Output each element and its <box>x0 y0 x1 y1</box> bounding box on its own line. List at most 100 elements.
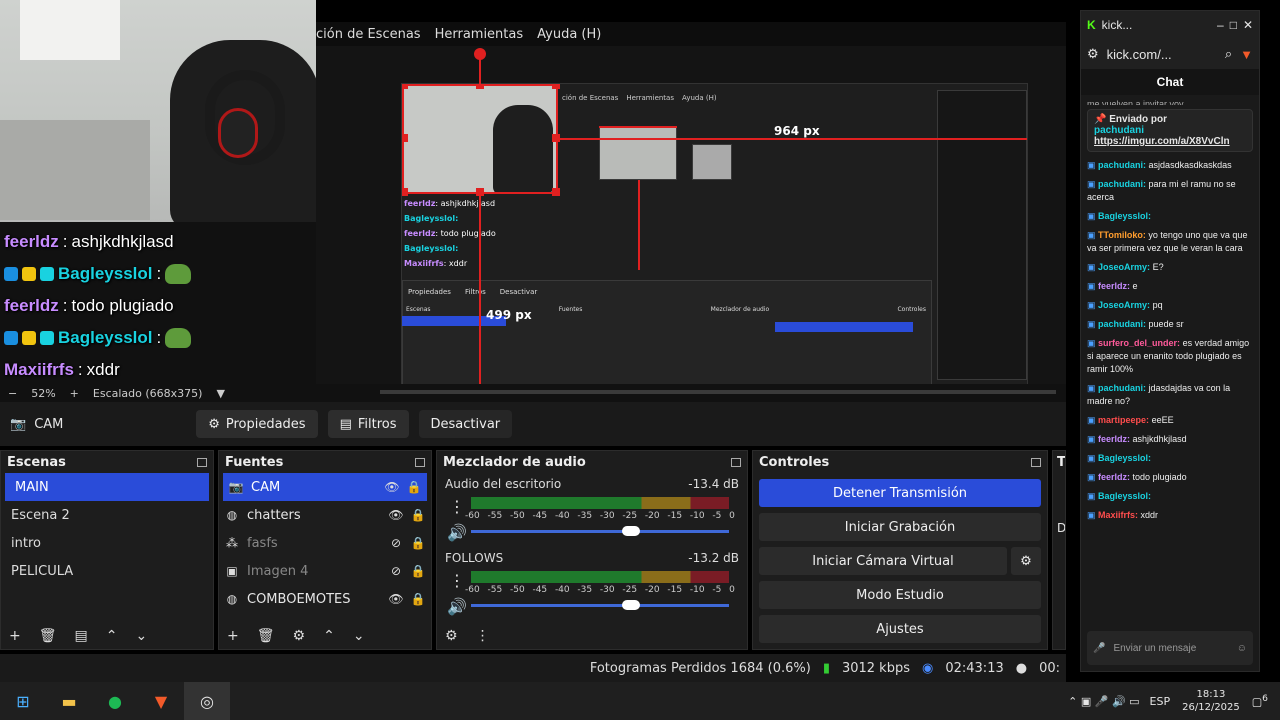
start-virtual-camera-button[interactable]: Iniciar Cámara Virtual <box>759 547 1007 575</box>
globe-icon: ◍ <box>226 592 238 606</box>
chat-message: ▣ Maxiifrfs: xddr <box>1087 510 1159 520</box>
maximize-icon[interactable]: □ <box>1230 18 1237 32</box>
filters-button[interactable]: ▤ Filtros <box>327 410 409 438</box>
volume-slider[interactable] <box>471 526 729 536</box>
lock-icon[interactable]: 🔒 <box>411 508 426 522</box>
file-explorer-icon[interactable]: ▬ <box>46 682 92 720</box>
chevron-down-icon[interactable]: ⌄ <box>353 628 365 644</box>
eye-icon[interactable]: 👁 <box>388 592 403 606</box>
notifications-icon[interactable]: ▢6 <box>1252 693 1268 709</box>
zoom-out-button[interactable]: − <box>8 387 17 400</box>
chat-message: ▣ TTomiloko: yo tengo uno que va que va … <box>1087 230 1248 253</box>
chat-title: Chat <box>1081 69 1259 95</box>
scene-item[interactable]: intro <box>1 529 213 557</box>
meter-ticks: -60 -55 -50 -45 -40 -35 -30 -25 -20 -15 -10 -5 0 <box>465 585 735 595</box>
filter-icon: ▤ <box>339 416 352 432</box>
more-options-icon[interactable]: ⋮ <box>449 571 465 590</box>
chevron-down-icon[interactable]: ▼ <box>216 387 224 400</box>
minimize-icon[interactable]: – <box>1217 18 1224 32</box>
chat-input[interactable]: 🎤 Enviar un mensaje ☺ <box>1087 631 1253 665</box>
scene-item[interactable]: Escena 2 <box>1 501 213 529</box>
source-item[interactable]: 📷 CAM 👁 🔒 <box>223 473 427 501</box>
chevron-up-icon[interactable]: ⌃ <box>106 628 118 644</box>
speaker-icon[interactable]: 🔊 <box>447 597 467 616</box>
advanced-audio-icon[interactable]: ⚙ <box>445 628 458 644</box>
site-settings-icon[interactable]: ⚙ <box>1087 46 1099 62</box>
source-item[interactable]: ◍ chatters 👁 🔒 <box>219 501 431 529</box>
lock-icon[interactable]: 🔒 <box>411 536 426 550</box>
undock-icon[interactable] <box>731 457 741 467</box>
settings-button[interactable]: Ajustes <box>759 615 1041 643</box>
badge-icon: ▣ <box>1087 415 1099 425</box>
studio-mode-button[interactable]: Modo Estudio <box>759 581 1041 609</box>
horizontal-scrollbar[interactable] <box>380 390 1056 394</box>
taskbar: ⊞ ▬ ● ▼ ◎ ⌃ ▣ 🎤 🔊 ▭ ESP 18:13 26/12/2025… <box>0 682 1280 720</box>
zoom-in-button[interactable]: + <box>70 387 79 400</box>
undock-icon[interactable] <box>415 457 425 467</box>
scene-item[interactable]: PELICULA <box>1 557 213 585</box>
volume-slider[interactable] <box>471 600 729 610</box>
eye-hidden-icon[interactable]: ⊘ <box>389 564 403 578</box>
nested-toolbar: Propiedades Filtros Desactivar <box>408 288 538 296</box>
nested-docks: Escenas Fuentes Mezclador de audio Controle… <box>406 306 926 313</box>
lock-icon[interactable]: 🔒 <box>407 480 422 494</box>
emoji-icon[interactable]: ☺ <box>1237 643 1247 654</box>
volume-slider-knob[interactable] <box>621 600 640 610</box>
brave-shield-icon[interactable]: ▼ <box>1240 47 1253 62</box>
add-icon[interactable]: + <box>227 628 239 644</box>
chevron-up-icon[interactable]: ⌃ <box>323 628 335 644</box>
chat-message: ▣ pachudani: para mi el ramu no se acerc… <box>1087 179 1236 202</box>
badge-icon: ▣ <box>1087 338 1099 348</box>
system-tray-icons[interactable]: ⌃ ▣ 🎤 🔊 ▭ <box>1068 695 1139 708</box>
undock-icon[interactable] <box>1031 457 1041 467</box>
eye-icon[interactable]: 👁 <box>384 480 399 494</box>
badge-icon: ▣ <box>1087 383 1099 393</box>
chat-message: ▣ pachudani: asjdasdkasdkaskdas <box>1087 160 1232 170</box>
menu-help[interactable]: Ayuda (H) <box>537 27 601 42</box>
stop-streaming-button[interactable]: Detener Transmisión <box>759 479 1041 507</box>
spotify-icon[interactable]: ● <box>92 682 138 720</box>
clock[interactable]: 18:13 26/12/2025 <box>1182 688 1240 714</box>
badge-icon: ▣ <box>1087 510 1099 520</box>
undock-icon[interactable] <box>197 457 207 467</box>
eye-icon[interactable]: 👁 <box>388 508 403 522</box>
address-bar[interactable]: ⚙ kick.com/... ⌕ ▼ <box>1081 39 1259 69</box>
search-icon[interactable]: ⌕ <box>1225 46 1232 62</box>
properties-button[interactable]: ⚙ Propiedades <box>196 410 318 438</box>
trash-icon[interactable]: 🗑 <box>39 628 57 644</box>
add-icon[interactable]: + <box>9 628 21 644</box>
language-indicator[interactable]: ESP <box>1150 695 1171 708</box>
close-icon[interactable]: ✕ <box>1243 18 1253 32</box>
scene-item[interactable]: MAIN <box>5 473 209 501</box>
menu-scene-collection[interactable]: ción de Escenas <box>316 27 421 42</box>
obs-icon[interactable]: ◎ <box>184 682 230 720</box>
deactivate-button[interactable]: Desactivar <box>418 410 513 438</box>
tab-title: kick... <box>1101 18 1133 32</box>
lock-icon[interactable]: 🔒 <box>411 564 426 578</box>
nested-webcam <box>402 84 558 195</box>
volume-slider-knob[interactable] <box>621 526 640 536</box>
filter-icon[interactable]: ▤ <box>75 628 88 644</box>
trash-icon[interactable]: 🗑 <box>257 628 275 644</box>
badge-icon: ▣ <box>1087 179 1099 189</box>
speaker-icon[interactable]: 🔊 <box>447 523 467 542</box>
overlay-chat-line: Bagleysslol: <box>4 322 316 354</box>
pinned-link[interactable]: https://imgur.com/a/X8VvCln <box>1094 136 1246 147</box>
start-recording-button[interactable]: Iniciar Grabación <box>759 513 1041 541</box>
gear-icon[interactable]: ⚙ <box>1011 547 1041 575</box>
gear-icon[interactable]: ⚙ <box>293 628 306 644</box>
more-options-icon[interactable]: ⋮ <box>449 497 465 516</box>
source-item[interactable]: ▣ Imagen 4 ⊘ 🔒 <box>219 557 431 585</box>
eye-hidden-icon[interactable]: ⊘ <box>389 536 403 550</box>
source-item[interactable]: ⁂ fasfs ⊘ 🔒 <box>219 529 431 557</box>
microphone-icon[interactable]: 🎤 <box>1093 643 1105 654</box>
source-item[interactable]: ◍ COMBOEMOTES 👁 🔒 <box>219 585 431 613</box>
lock-icon[interactable]: 🔒 <box>411 592 426 606</box>
url-text[interactable]: kick.com/... <box>1107 47 1217 62</box>
brave-icon[interactable]: ▼ <box>138 682 184 720</box>
status-bar: Fotogramas Perdidos 1684 (0.6%) ▮ 3012 k… <box>0 654 1066 682</box>
more-options-icon[interactable]: ⋮ <box>476 628 490 644</box>
chevron-down-icon[interactable]: ⌄ <box>135 628 147 644</box>
menu-tools[interactable]: Herramientas <box>435 27 524 42</box>
windows-start-icon[interactable]: ⊞ <box>0 682 46 720</box>
